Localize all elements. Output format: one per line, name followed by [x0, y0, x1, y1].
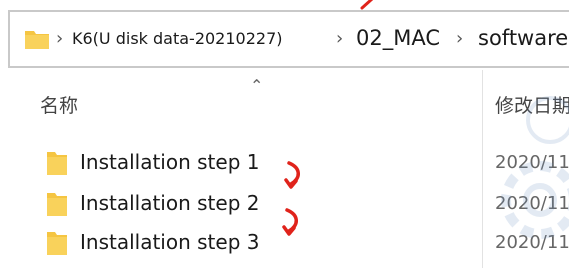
sort-up-icon[interactable]: ⌃: [250, 76, 263, 95]
breadcrumb-software[interactable]: software: [478, 26, 568, 50]
item-name: Installation step 1: [80, 150, 260, 174]
red-annotation-mark: [360, 0, 374, 10]
chevron-right-icon: ›: [456, 28, 464, 49]
item-name: Installation step 2: [80, 191, 260, 215]
item-name: Installation step 3: [80, 230, 260, 254]
chevron-right-icon: ›: [56, 28, 64, 49]
folder-icon: [47, 152, 67, 175]
folder-icon: [47, 232, 67, 255]
chevron-right-icon: ›: [336, 28, 344, 49]
folder-icon: [47, 193, 67, 216]
breadcrumb-k6[interactable]: K6(U disk data-20210227): [72, 29, 283, 48]
red-curved-arrow-icon: [284, 161, 300, 189]
gear-watermark-icon: [501, 96, 569, 239]
breadcrumb-02-mac[interactable]: 02_MAC: [356, 26, 440, 50]
address-bar[interactable]: › K6(U disk data-20210227) › 02_MAC › so…: [8, 10, 569, 68]
folder-icon: [25, 31, 49, 49]
column-header-name[interactable]: 名称: [40, 91, 78, 118]
red-curved-arrow-icon: [282, 208, 298, 236]
